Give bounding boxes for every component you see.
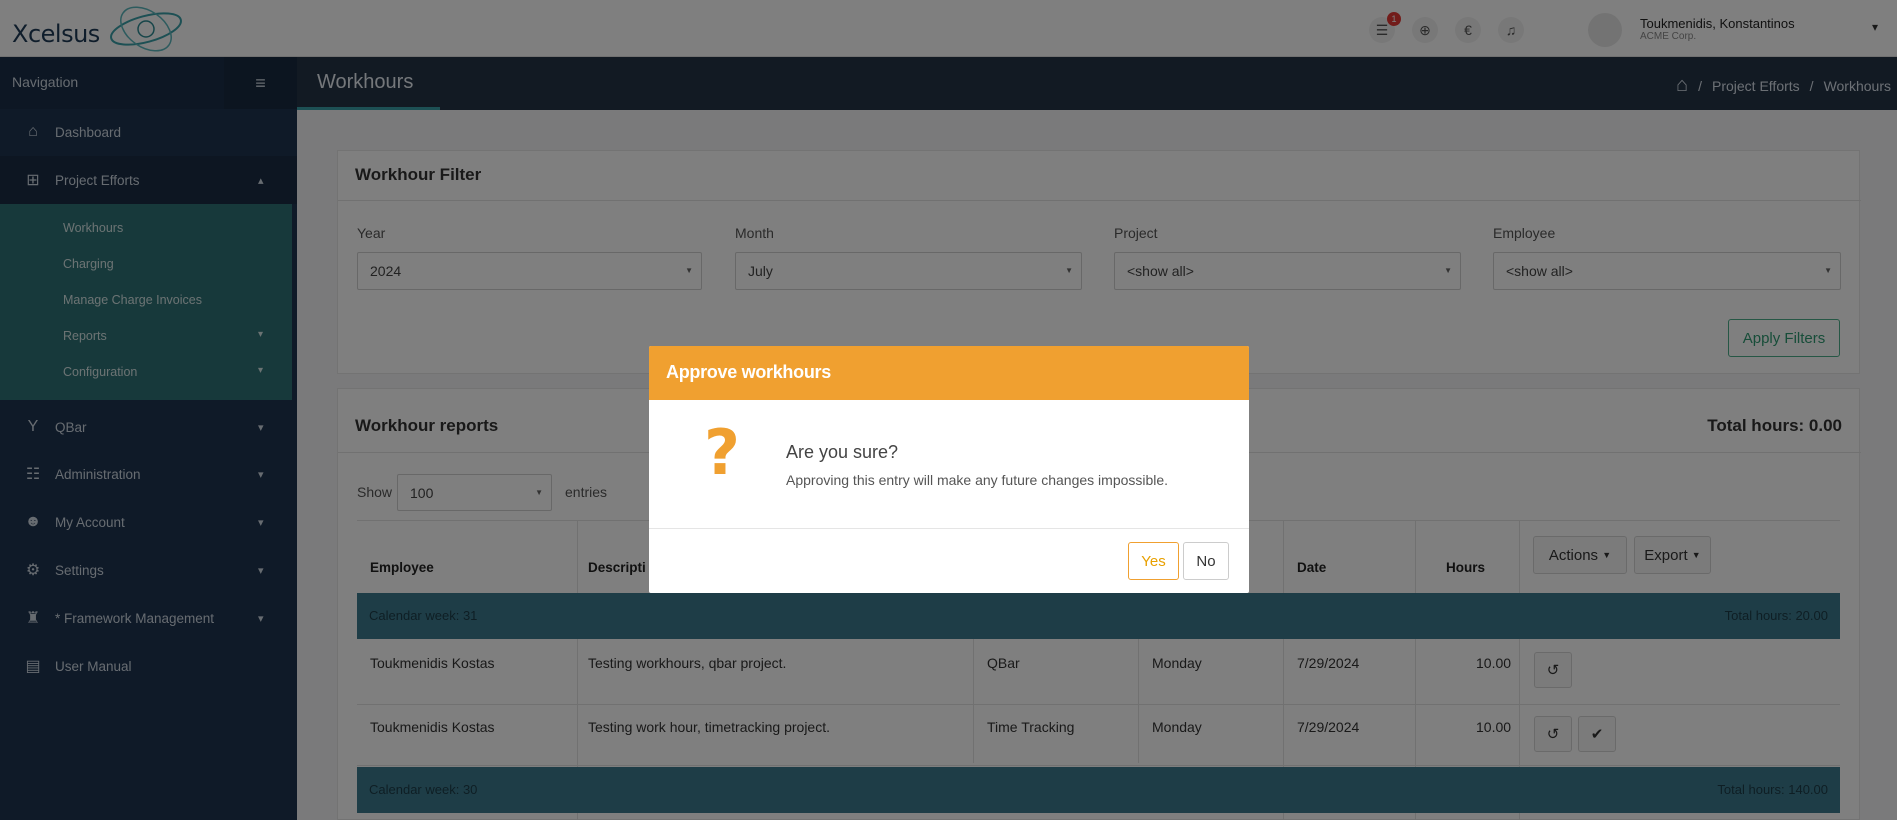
dialog-header: Approve workhours [649,346,1249,400]
dialog-title: Approve workhours [666,362,831,382]
dialog-heading: Are you sure? [786,442,899,462]
no-button[interactable]: No [1183,542,1229,580]
dialog-message: Approving this entry will make any futur… [786,472,1169,488]
question-mark-icon: ? [704,416,740,489]
yes-button[interactable]: Yes [1128,542,1179,580]
approve-workhours-dialog: Approve workhours ? Are you sure? Approv… [649,346,1249,593]
